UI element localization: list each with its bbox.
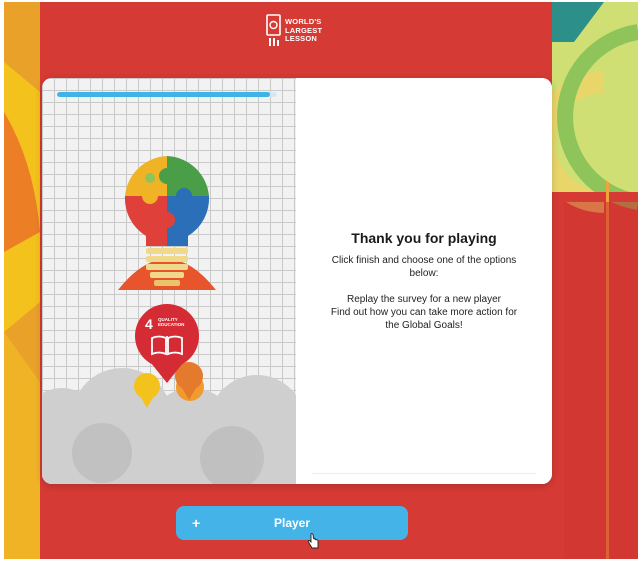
add-player-button[interactable]: + Player [176, 506, 408, 540]
worlds-largest-lesson-logo: WORLD'S LARGEST LESSON [266, 14, 326, 50]
puzzle-lightbulb-illustration [42, 156, 296, 484]
sdg-badge-number: 4 [145, 316, 153, 332]
plus-icon: + [192, 515, 201, 531]
end-screen-card: 4 QUALITY EDUCATION Thank you for playin… [42, 78, 552, 484]
illustration-panel: 4 QUALITY EDUCATION [42, 78, 296, 484]
instruction-text: Click finish and choose one of the optio… [331, 255, 517, 279]
game-stage: WORLD'S LARGEST LESSON 4 QUALITY EDUCATI… [4, 2, 638, 559]
take-action-option-text: Find out how you can take more action fo… [330, 307, 518, 331]
logo-text: WORLD'S LARGEST LESSON [285, 17, 323, 43]
hand-cursor-icon [307, 533, 319, 549]
replay-option-text: Replay the survey for a new player [347, 294, 501, 305]
open-book-icon [151, 335, 183, 356]
player-button-label: Player [273, 516, 311, 530]
message-panel: Thank you for playing Click finish and c… [296, 78, 552, 484]
book-lightbulb-logo-icon [266, 14, 281, 46]
sdg-badge-text: QUALITY EDUCATION [158, 317, 185, 327]
panel-divider [312, 473, 536, 474]
thank-you-title: Thank you for playing [351, 230, 497, 246]
